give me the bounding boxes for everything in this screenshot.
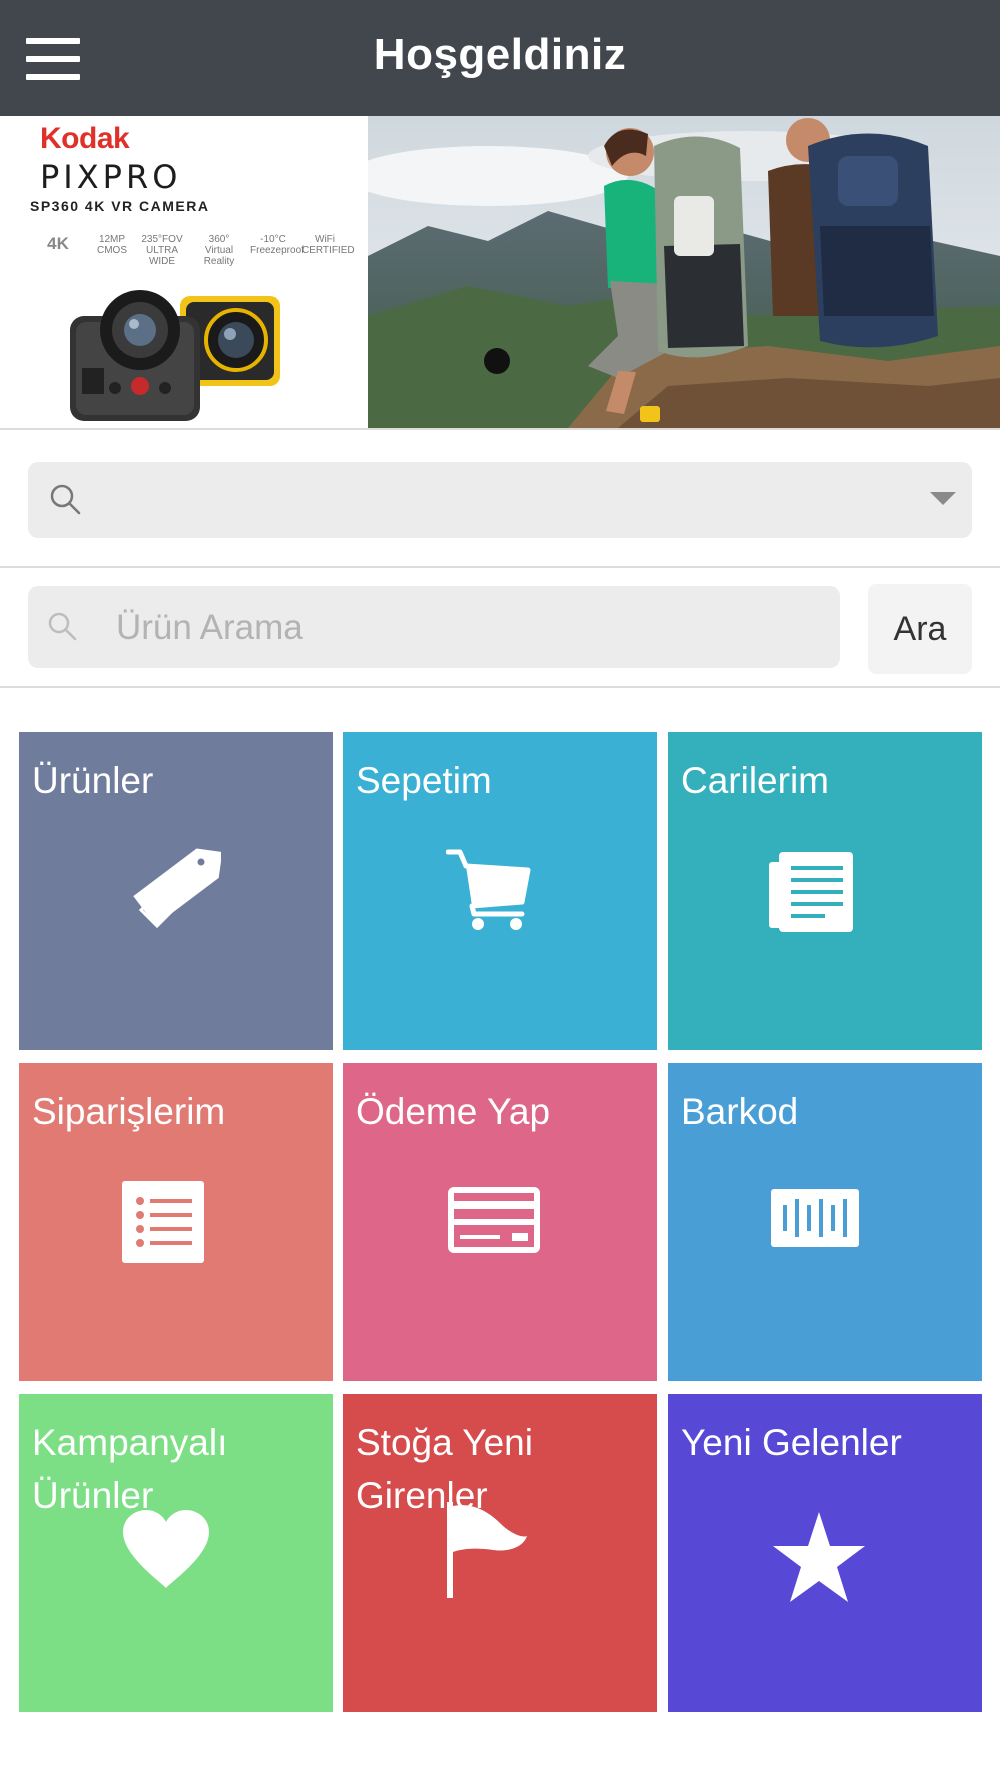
- tile-kampanyali-urunler[interactable]: Kampanyalı Ürünler: [19, 1394, 333, 1712]
- credit-card-icon: [448, 1187, 540, 1253]
- star-icon: [773, 1512, 865, 1602]
- feature-cmos: 12MP CMOS: [97, 234, 127, 256]
- feature-vr: 360° Virtual Reality: [203, 234, 235, 267]
- camera-product-image: [70, 290, 280, 421]
- tile-urunler[interactable]: Ürünler: [19, 732, 333, 1050]
- barcode-icon: [771, 1189, 859, 1247]
- tile-label: Ödeme Yap: [356, 1091, 551, 1132]
- product-search-input[interactable]: [114, 586, 818, 670]
- promo-banner-carousel[interactable]: Kodak PIXPRO SP360 4K VR CAMERA 4K 12MP …: [0, 116, 1000, 428]
- divider: [0, 428, 1000, 430]
- tile-stoga-yeni-girenler[interactable]: Stoğa Yeni Girenler: [343, 1394, 657, 1712]
- tile-label: Carilerim: [681, 760, 829, 801]
- tag-icon: [133, 848, 221, 929]
- app-header: Hoşgeldiniz: [0, 0, 1000, 116]
- hikers-banner-image: [368, 116, 1000, 428]
- brand-logo: Kodak: [40, 122, 130, 155]
- flag-icon: [447, 1502, 527, 1598]
- feature-wifi: WiFi CERTIFIED: [302, 234, 355, 256]
- divider: [0, 686, 1000, 688]
- feature-fov: 235°FOV ULTRA WIDE: [141, 234, 183, 267]
- tile-siparislerim[interactable]: Siparişlerim: [19, 1063, 333, 1381]
- tile-label: Kampanyalı Ürünler: [32, 1422, 228, 1516]
- product-search-field: [28, 586, 840, 670]
- carousel-dot-active[interactable]: [484, 348, 510, 374]
- category-select[interactable]: [28, 462, 972, 538]
- tile-sepetim[interactable]: Sepetim: [343, 732, 657, 1050]
- product-model: SP360 4K VR CAMERA: [30, 198, 210, 214]
- search-button[interactable]: Ara: [868, 584, 972, 674]
- tile-odeme-yap[interactable]: Ödeme Yap: [343, 1063, 657, 1381]
- newspaper-icon: [769, 852, 853, 932]
- tile-label: Siparişlerim: [32, 1091, 226, 1132]
- feature-freezeproof: -10°C Freezeproof: [250, 234, 304, 256]
- feature-4k: 4K: [47, 234, 69, 253]
- shopping-cart-icon: [446, 849, 531, 930]
- brand-name: PIXPRO: [40, 158, 182, 196]
- feature-icons-row: 4K 12MP CMOS 235°FOV ULTRA WIDE 360° Vir…: [34, 234, 354, 274]
- banner-product-panel: Kodak PIXPRO SP360 4K VR CAMERA 4K 12MP …: [0, 116, 368, 428]
- heart-icon: [123, 1510, 209, 1588]
- page-title: Hoşgeldiniz: [373, 30, 627, 79]
- tile-label: Barkod: [681, 1091, 799, 1132]
- divider: [0, 566, 1000, 568]
- search-icon: [50, 484, 81, 515]
- tile-label: Yeni Gelenler: [681, 1422, 902, 1463]
- list-icon: [122, 1181, 204, 1263]
- search-icon: [48, 612, 77, 641]
- tile-label: Sepetim: [356, 760, 492, 801]
- tile-yeni-gelenler[interactable]: Yeni Gelenler: [668, 1394, 982, 1712]
- chevron-down-icon: [930, 492, 956, 505]
- tile-carilerim[interactable]: Carilerim: [668, 732, 982, 1050]
- tile-barkod[interactable]: Barkod: [668, 1063, 982, 1381]
- tile-label: Ürünler: [32, 760, 154, 801]
